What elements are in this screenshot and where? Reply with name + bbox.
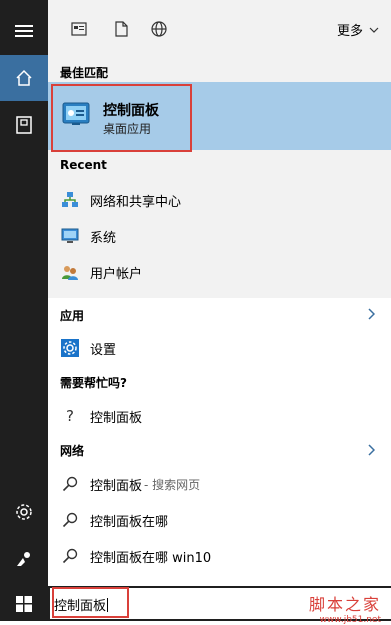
apps-filter-button[interactable]: [68, 18, 90, 40]
settings-gear-icon: [60, 338, 80, 358]
windows-logo-icon: [16, 595, 32, 612]
recent-item-label: 系统: [90, 230, 117, 246]
web-item-label: 控制面板: [90, 478, 143, 494]
web-item[interactable]: 控制面板在哪 win10: [48, 538, 391, 574]
feedback-button[interactable]: [0, 536, 48, 582]
chevron-right-icon: [367, 444, 375, 456]
search-results-panel: 更多 最佳匹配 控制面板 桌面应用 Recent 网络和共享中心 系统 用户帐户…: [48, 0, 391, 586]
filter-toolbar: 更多: [48, 0, 391, 58]
annotation-highlight-box: [51, 84, 192, 152]
notebook-icon: [16, 116, 32, 134]
start-button[interactable]: [0, 586, 48, 621]
web-item[interactable]: 控制面板 - 搜索网页: [48, 466, 391, 502]
annotation-search-highlight: [52, 587, 129, 618]
watermark-url: www.jb51.net: [319, 615, 381, 625]
documents-filter-button[interactable]: [110, 18, 132, 40]
document-icon: [114, 21, 128, 37]
chevron-down-icon: [369, 27, 379, 33]
settings-button[interactable]: [0, 489, 48, 535]
chevron-right-icon: [367, 308, 375, 320]
recent-item[interactable]: 系统: [48, 218, 391, 254]
left-rail: [0, 0, 48, 586]
recent-item-label: 网络和共享中心: [90, 194, 182, 210]
apps-expand-button[interactable]: [365, 308, 377, 320]
apps-item[interactable]: 设置: [48, 330, 391, 366]
web-item-suffix: - 搜索网页: [144, 477, 201, 492]
more-filters-dropdown[interactable]: 更多: [337, 20, 379, 39]
search-icon: [60, 546, 80, 566]
recent-item[interactable]: 网络和共享中心: [48, 182, 391, 218]
home-icon: [16, 69, 32, 86]
web-item[interactable]: 控制面板在哪: [48, 502, 391, 538]
network-share-icon: [60, 190, 80, 210]
notebook-button[interactable]: [0, 102, 48, 148]
watermark: 脚本之家 www.jb51.net: [309, 591, 381, 625]
system-icon: [60, 226, 80, 246]
web-expand-button[interactable]: [365, 444, 377, 456]
web-filter-button[interactable]: [148, 18, 170, 40]
section-apps: 应用: [60, 309, 85, 323]
web-item-label: 控制面板在哪 win10: [90, 550, 212, 566]
section-recent: Recent: [60, 158, 107, 172]
section-web: 网络: [60, 444, 85, 458]
more-label: 更多: [336, 24, 363, 39]
search-icon: [60, 510, 80, 530]
section-help: 需要帮忙吗?: [60, 376, 127, 390]
apps-filter-icon: [71, 22, 87, 36]
user-accounts-icon: [60, 262, 80, 282]
help-item[interactable]: ? 控制面板: [48, 398, 391, 434]
home-button[interactable]: [0, 55, 48, 101]
help-item-label: 控制面板: [90, 410, 143, 426]
recent-item-label: 用户帐户: [90, 266, 143, 282]
globe-icon: [151, 21, 167, 37]
hamburger-icon: [15, 25, 33, 37]
section-best-match: 最佳匹配: [60, 66, 109, 80]
hamburger-menu-button[interactable]: [0, 8, 48, 54]
search-icon: [60, 474, 80, 494]
recent-item[interactable]: 用户帐户: [48, 254, 391, 290]
gear-icon: [16, 504, 32, 520]
web-item-label: 控制面板在哪: [90, 514, 169, 530]
question-icon: ?: [66, 407, 74, 425]
watermark-title: 脚本之家: [308, 595, 381, 614]
apps-item-label: 设置: [90, 342, 117, 358]
feedback-icon: [17, 552, 30, 566]
